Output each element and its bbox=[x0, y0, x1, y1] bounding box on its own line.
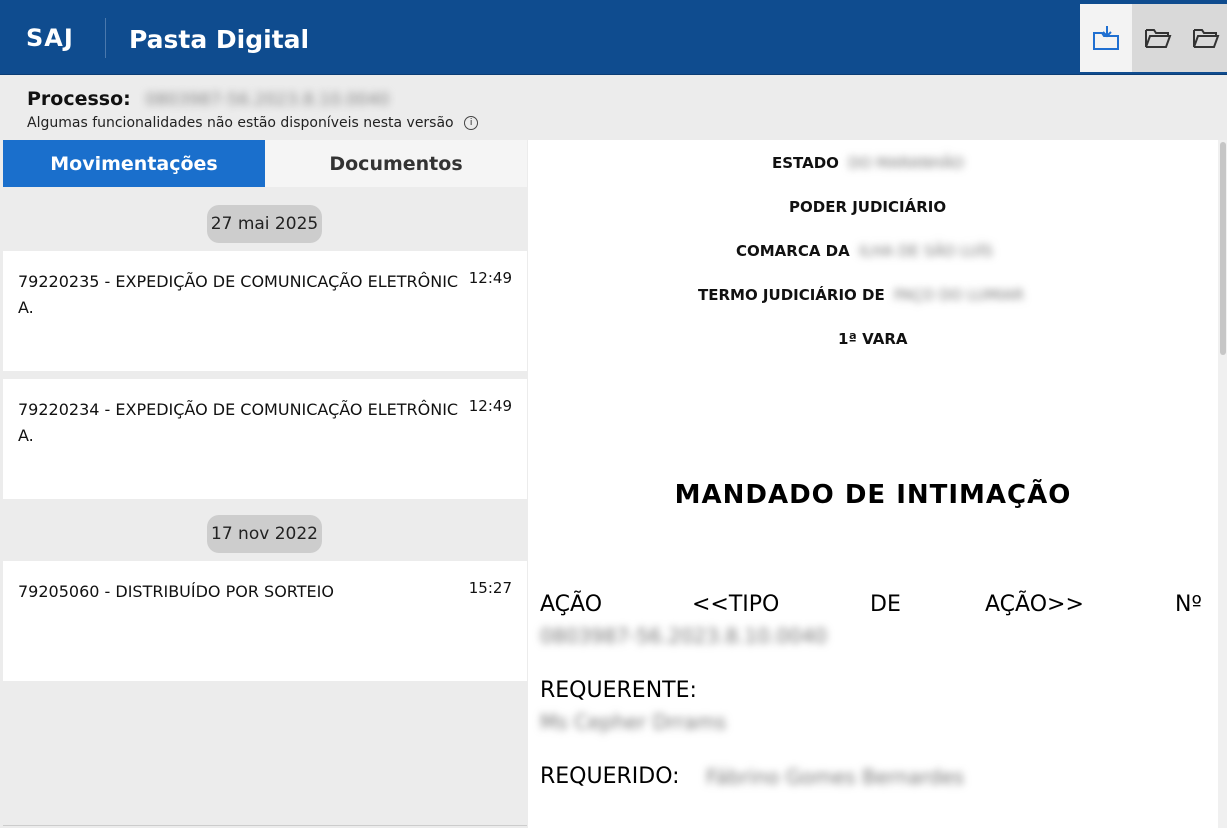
requerente-value: Ms Cepher Drrams bbox=[540, 710, 727, 734]
process-note-text: Algumas funcionalidades não estão dispon… bbox=[27, 115, 454, 131]
requerido-value: Fábrino Gomes Bernardes bbox=[706, 765, 965, 789]
folder-download-icon bbox=[1093, 26, 1119, 50]
top-bar: SAJ Pasta Digital bbox=[0, 0, 1227, 75]
download-folder-button[interactable] bbox=[1080, 4, 1132, 72]
movement-text: 79220235 - EXPEDIÇÃO DE COMUNICAÇÃO ELET… bbox=[18, 272, 459, 317]
termo-value: PAÇO DO LUMIAR bbox=[893, 286, 1024, 304]
comarca-value: ILHA DE SÃO LUÍS bbox=[858, 242, 993, 260]
doc-poder: PODER JUDICIÁRIO bbox=[789, 198, 947, 216]
requerido-label: REQUERIDO: bbox=[540, 764, 680, 789]
open-folder-button-2[interactable] bbox=[1184, 4, 1227, 72]
open-folder-button[interactable] bbox=[1132, 4, 1184, 72]
process-label: Processo: bbox=[27, 88, 131, 110]
acao-number: 0803987-56.2023.8.10.0040 bbox=[540, 624, 828, 648]
process-heading: Processo: 0803987-56.2023.8.10.0040 bbox=[27, 88, 389, 110]
brand-logo: SAJ bbox=[26, 24, 74, 52]
acao-word: <<TIPO bbox=[692, 592, 780, 617]
doc-termo: TERMO JUDICIÁRIO DE PAÇO DO LUMIAR bbox=[698, 286, 1024, 304]
date-separator: 17 nov 2022 bbox=[207, 515, 322, 553]
comarca-label: COMARCA DA bbox=[736, 242, 850, 260]
estado-value: DO MARANHÃO bbox=[848, 154, 964, 172]
tab-documentos[interactable]: Documentos bbox=[265, 140, 527, 187]
app-title: Pasta Digital bbox=[129, 25, 310, 54]
movements-panel: Movimentações Documentos 27 mai 2025 792… bbox=[3, 140, 527, 826]
movement-time: 12:49 bbox=[468, 269, 512, 287]
document-viewer: ESTADO DO MARANHÃO PODER JUDICIÁRIO COMA… bbox=[528, 140, 1218, 828]
folder-open-icon bbox=[1145, 29, 1172, 48]
movement-text: 79220234 - EXPEDIÇÃO DE COMUNICAÇÃO ELET… bbox=[18, 400, 459, 445]
tab-movimentacoes[interactable]: Movimentações bbox=[3, 140, 265, 187]
date-separator: 27 mai 2025 bbox=[207, 205, 322, 243]
doc-estado: ESTADO DO MARANHÃO bbox=[772, 154, 964, 172]
process-number: 0803987-56.2023.8.10.0040 bbox=[145, 89, 390, 110]
document-scrollbar-thumb[interactable] bbox=[1220, 142, 1226, 355]
doc-comarca: COMARCA DA ILHA DE SÃO LUÍS bbox=[736, 242, 993, 260]
list-item[interactable]: 79220234 - EXPEDIÇÃO DE COMUNICAÇÃO ELET… bbox=[3, 379, 527, 499]
info-icon[interactable]: i bbox=[464, 116, 479, 130]
brand-divider bbox=[105, 18, 106, 58]
estado-label: ESTADO bbox=[772, 154, 839, 172]
acao-word: AÇÃO>> bbox=[985, 592, 1084, 617]
folder-open-icon bbox=[1192, 29, 1219, 48]
movement-time: 12:49 bbox=[468, 397, 512, 415]
movement-text: 79205060 - DISTRIBUÍDO POR SORTEIO bbox=[18, 582, 334, 601]
acao-word: DE bbox=[870, 592, 901, 617]
document-title: MANDADO DE INTIMAÇÃO bbox=[674, 480, 1072, 510]
doc-vara: 1ª VARA bbox=[838, 330, 908, 348]
termo-label: TERMO JUDICIÁRIO DE bbox=[698, 286, 885, 304]
movement-time: 15:27 bbox=[468, 579, 512, 597]
process-note: Algumas funcionalidades não estão dispon… bbox=[27, 115, 479, 131]
list-item[interactable]: 79220235 - EXPEDIÇÃO DE COMUNICAÇÃO ELET… bbox=[3, 251, 527, 371]
requerente-label: REQUERENTE: bbox=[540, 678, 697, 703]
acao-word: AÇÃO bbox=[540, 592, 603, 617]
acao-word: Nº bbox=[1175, 592, 1202, 617]
list-item[interactable]: 79205060 - DISTRIBUÍDO POR SORTEIO 15:27 bbox=[3, 561, 527, 681]
